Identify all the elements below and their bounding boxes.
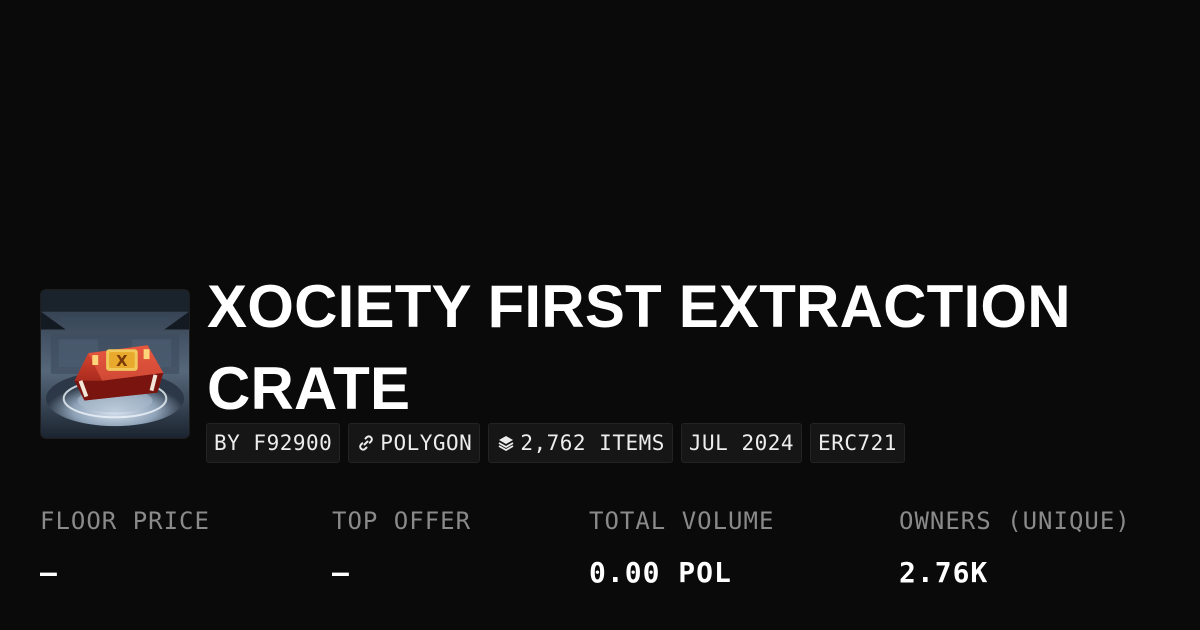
standard-label: ERC721	[818, 431, 897, 455]
crate-icon: X	[41, 290, 189, 438]
owners-label: OWNERS (UNIQUE)	[899, 507, 1131, 535]
floor-price-value: —	[40, 556, 58, 589]
chain-label: POLYGON	[380, 431, 473, 455]
creator-label: BY F92900	[214, 431, 333, 455]
creator-tag[interactable]: BY F92900	[206, 423, 341, 463]
date-tag: JUL 2024	[680, 423, 803, 463]
link-icon	[356, 433, 376, 453]
date-label: JUL 2024	[688, 431, 795, 455]
collection-tags: BY F92900 POLYGON 2,762 ITEMS JUL 2024 E…	[206, 423, 905, 463]
top-offer-label: TOP OFFER	[332, 507, 472, 535]
top-offer-value: —	[332, 556, 350, 589]
total-volume-value: 0.00 POL	[589, 556, 732, 589]
svg-text:X: X	[116, 353, 128, 370]
collection-thumbnail: X	[40, 289, 190, 439]
total-volume-stat: TOTAL VOLUME 0.00 POL	[589, 505, 774, 589]
top-offer-stat: TOP OFFER —	[332, 505, 471, 589]
standard-tag: ERC721	[810, 423, 905, 463]
owners-stat: OWNERS (UNIQUE) 2.76K	[899, 505, 1131, 589]
chain-tag[interactable]: POLYGON	[348, 423, 481, 463]
owners-value: 2.76K	[899, 556, 989, 589]
items-tag[interactable]: 2,762 ITEMS	[488, 423, 673, 463]
items-label: 2,762 ITEMS	[520, 431, 665, 455]
collection-title: XOCIETY FIRST EXTRACTION CRATE	[207, 273, 1071, 422]
floor-price-label: FLOOR PRICE	[40, 507, 210, 535]
total-volume-label: TOTAL VOLUME	[589, 507, 775, 535]
layers-icon	[496, 433, 516, 453]
floor-price-stat: FLOOR PRICE —	[40, 505, 210, 589]
